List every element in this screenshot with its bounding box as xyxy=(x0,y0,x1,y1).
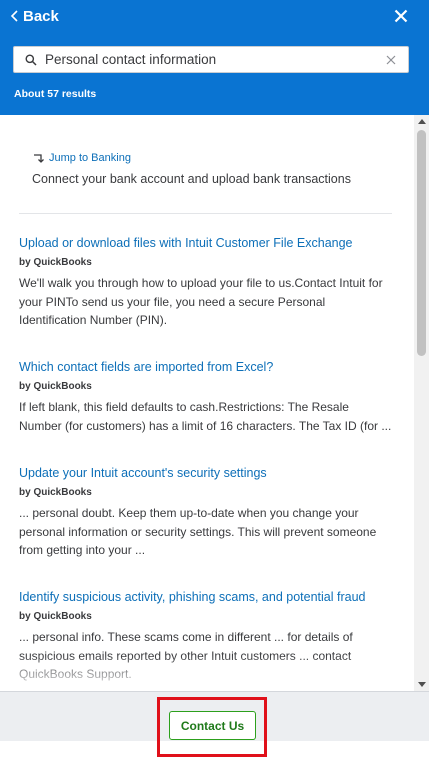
jump-description: Connect your bank account and upload ban… xyxy=(32,172,351,186)
scroll-thumb[interactable] xyxy=(417,130,426,356)
result-author: by QuickBooks xyxy=(19,381,92,392)
search-box xyxy=(13,46,409,73)
search-icon xyxy=(25,54,37,66)
scroll-down-icon[interactable] xyxy=(414,678,429,691)
help-header: Back About 57 results xyxy=(0,0,429,115)
result-author: by QuickBooks xyxy=(19,487,92,498)
jump-label: Jump to Banking xyxy=(49,152,131,164)
close-button[interactable] xyxy=(390,6,412,26)
results-count: About 57 results xyxy=(14,88,97,100)
scrollbar[interactable] xyxy=(414,115,429,691)
search-result: Identify suspicious activity, phishing s… xyxy=(19,590,394,684)
back-button[interactable]: Back xyxy=(10,6,59,26)
chevron-left-icon xyxy=(10,10,18,22)
jump-arrow-icon xyxy=(32,152,46,164)
jump-to-banking-link[interactable]: Jump to Banking xyxy=(32,152,131,164)
result-snippet: We'll walk you through how to upload you… xyxy=(19,276,383,327)
result-title[interactable]: Upload or download files with Intuit Cus… xyxy=(19,236,394,250)
result-snippet: ... personal info. These scams come in d… xyxy=(19,630,353,681)
contact-us-button[interactable]: Contact Us xyxy=(169,711,256,740)
divider xyxy=(19,213,392,214)
result-title[interactable]: Which contact fields are imported from E… xyxy=(19,360,394,374)
result-title[interactable]: Update your Intuit account's security se… xyxy=(19,466,394,480)
search-input[interactable] xyxy=(45,47,385,72)
help-panel: Back About 57 results Jump to Banking Co… xyxy=(0,0,429,763)
search-result: Upload or download files with Intuit Cus… xyxy=(19,236,394,330)
result-author: by QuickBooks xyxy=(19,257,92,268)
result-author: by QuickBooks xyxy=(19,611,92,622)
result-snippet: ... personal doubt. Keep them up-to-date… xyxy=(19,506,377,557)
search-result: Update your Intuit account's security se… xyxy=(19,466,394,560)
back-label: Back xyxy=(23,7,59,25)
scroll-up-icon[interactable] xyxy=(414,115,429,128)
clear-icon[interactable] xyxy=(385,54,397,66)
close-icon xyxy=(394,9,408,23)
result-snippet: If left blank, this field defaults to ca… xyxy=(19,400,392,433)
search-result: Which contact fields are imported from E… xyxy=(19,360,394,435)
result-title[interactable]: Identify suspicious activity, phishing s… xyxy=(19,590,394,604)
